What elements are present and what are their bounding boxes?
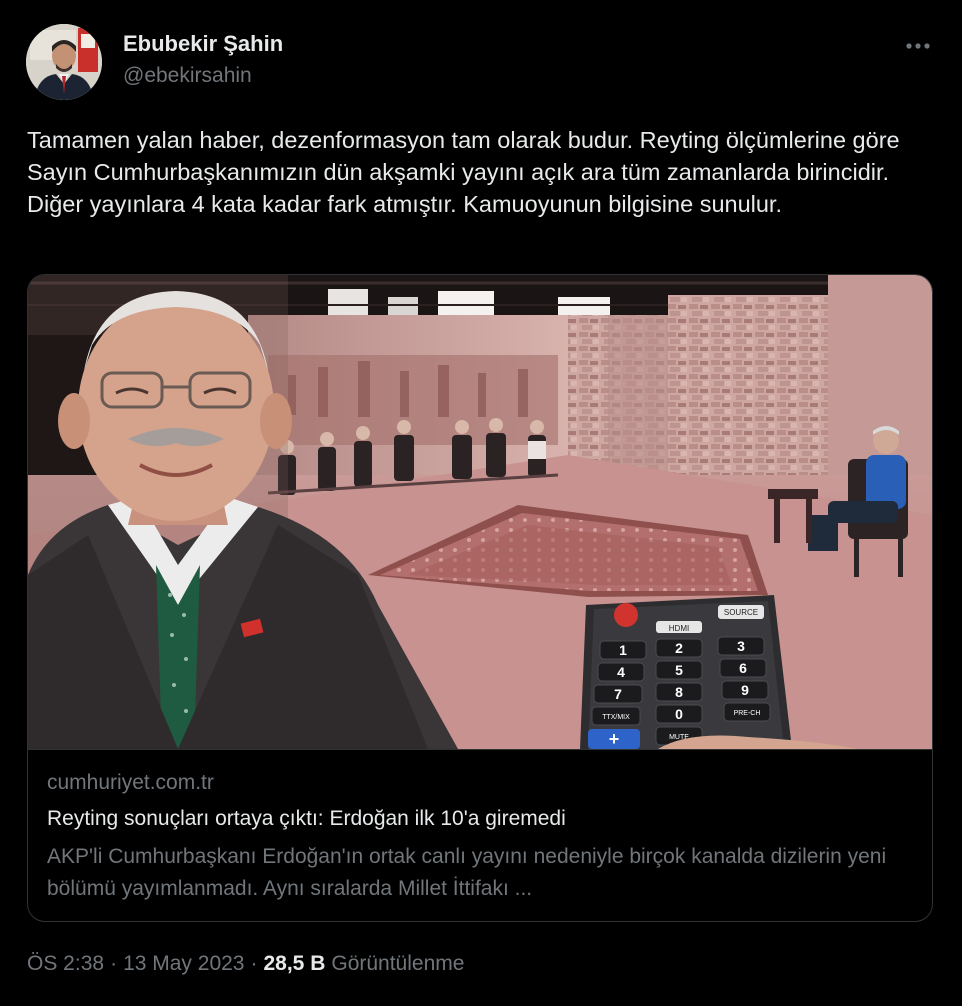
card-domain: cumhuriyet.com.tr <box>47 771 214 794</box>
author-handle[interactable]: @ebekirsahin <box>123 64 252 88</box>
remote-key-3: 3 <box>737 638 745 654</box>
remote-hdmi-label: HDMI <box>669 624 689 633</box>
link-card[interactable]: HDMI SOURCE 1 2 3 4 5 6 7 8 9 0 + TTX/MI… <box>27 274 933 922</box>
remote-ttx-label: TTX/MIX <box>602 714 630 721</box>
remote-key-8: 8 <box>675 684 683 700</box>
views-count: 28,5 B <box>263 952 326 975</box>
views-label: Görüntülenme <box>331 952 465 975</box>
card-divider <box>28 749 932 750</box>
remote-key-2: 2 <box>675 640 683 656</box>
avatar-photo <box>26 24 102 100</box>
more-options-button[interactable] <box>896 30 940 62</box>
tweet: Ebubekir Şahin @ebekirsahin Tamamen yala… <box>0 0 962 1006</box>
remote-key-7: 7 <box>614 686 622 702</box>
card-description: AKP'li Cumhurbaşkanı Erdoğan'ın ortak ca… <box>47 845 887 900</box>
remote-key-0: 0 <box>675 706 683 722</box>
remote-key-1: 1 <box>619 642 627 658</box>
remote-prech-label: PRE-CH <box>734 710 761 717</box>
meta-separator: · <box>250 952 258 975</box>
remote-source-label: SOURCE <box>724 608 758 617</box>
remote-key-6: 6 <box>739 660 747 676</box>
avatar[interactable] <box>26 24 102 100</box>
card-title[interactable]: Reyting sonuçları ortaya çıktı: Erdoğan … <box>47 807 566 831</box>
tweet-text: Tamamen yalan haber, dezenformasyon tam … <box>27 127 900 217</box>
card-image: HDMI SOURCE 1 2 3 4 5 6 7 8 9 0 + TTX/MI… <box>28 275 932 749</box>
more-horizontal-icon <box>906 43 930 49</box>
tweet-time: ÖS 2:38 <box>27 952 105 975</box>
author-display-name[interactable]: Ebubekir Şahin <box>123 31 283 57</box>
remote-key-9: 9 <box>741 682 749 698</box>
meta-separator: · <box>110 952 118 975</box>
remote-key-4: 4 <box>617 664 625 680</box>
tweet-meta: ÖS 2:38 · 13 May 2023 · 28,5 B Görüntülenme <box>27 952 464 976</box>
tweet-date: 13 May 2023 <box>123 952 245 975</box>
remote-key-5: 5 <box>675 662 683 678</box>
remote-key-plus: + <box>609 729 620 749</box>
tweet-time-link[interactable]: ÖS 2:38 · 13 May 2023 <box>27 952 244 975</box>
